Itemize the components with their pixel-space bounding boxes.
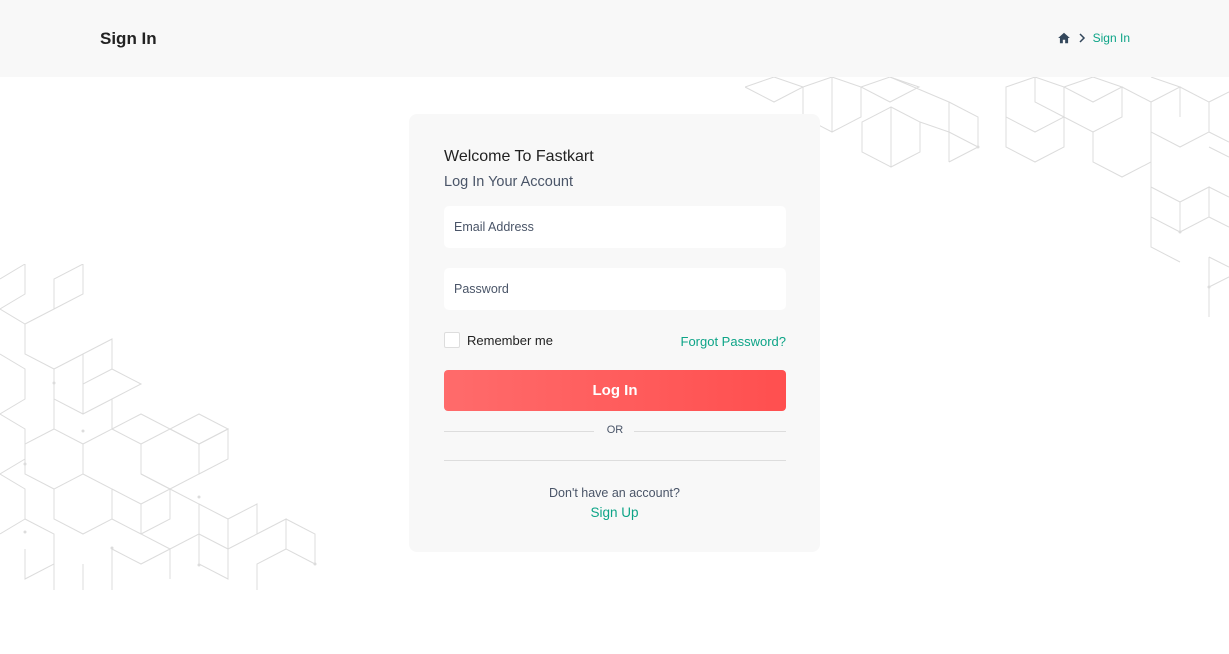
- chevron-right-icon: [1079, 33, 1085, 43]
- page-title: Sign In: [100, 29, 157, 48]
- remember-me-toggle[interactable]: Remember me: [444, 332, 553, 348]
- login-subtitle: Log In Your Account: [444, 174, 573, 190]
- background-pattern-left: [0, 264, 317, 590]
- email-field[interactable]: [444, 206, 786, 248]
- page-header: Sign In Sign In: [0, 0, 1229, 77]
- home-icon[interactable]: [1057, 31, 1071, 45]
- password-field[interactable]: [444, 268, 786, 310]
- or-separator: OR: [444, 424, 786, 438]
- welcome-heading: Welcome To Fastkart: [444, 148, 594, 165]
- breadcrumb-current: Sign In: [1092, 31, 1130, 45]
- login-button[interactable]: Log In: [444, 370, 786, 411]
- remember-me-checkbox[interactable]: [444, 332, 460, 348]
- or-line-right: [634, 431, 786, 432]
- sign-in-page: Sign In Sign In Welcome To Fastkart Log …: [0, 0, 1229, 654]
- sign-up-link[interactable]: Sign Up: [409, 505, 820, 520]
- divider: [444, 460, 786, 461]
- remember-me-label: Remember me: [467, 332, 553, 348]
- breadcrumb: Sign In: [1057, 31, 1130, 45]
- signup-prompt: Don't have an account?: [549, 486, 680, 500]
- or-text: OR: [606, 424, 624, 436]
- login-card: Welcome To Fastkart Log In Your Account …: [409, 114, 820, 552]
- forgot-password-link[interactable]: Forgot Password?: [681, 334, 787, 349]
